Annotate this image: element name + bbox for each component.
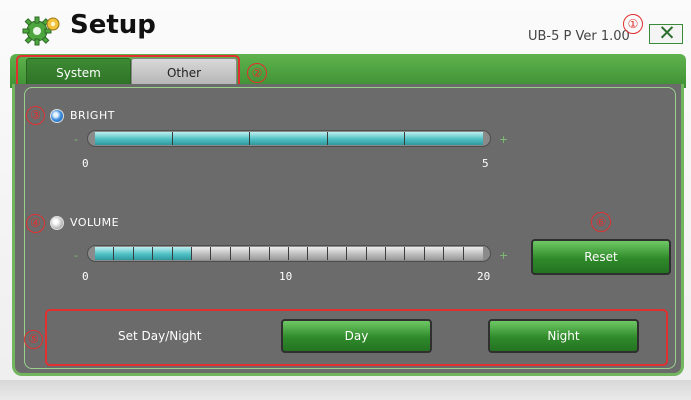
bright-segment bbox=[172, 132, 251, 145]
version-label: UB-5 P Ver 1.00 bbox=[528, 29, 630, 44]
close-button[interactable]: ✕ bbox=[649, 21, 683, 45]
volume-segment bbox=[386, 247, 406, 260]
volume-increase[interactable]: + bbox=[499, 249, 508, 262]
bright-slider[interactable] bbox=[87, 130, 491, 147]
volume-segment bbox=[114, 247, 134, 260]
callout-4: ④ bbox=[26, 214, 45, 233]
volume-segment bbox=[192, 247, 212, 260]
callout-3: ③ bbox=[26, 106, 45, 125]
volume-segment bbox=[250, 247, 270, 260]
title-bar: Setup UB-5 P Ver 1.00 ✕ ① bbox=[0, 0, 691, 50]
volume-segment bbox=[308, 247, 328, 260]
volume-segment bbox=[211, 247, 231, 260]
volume-segment bbox=[366, 247, 386, 260]
bright-segment bbox=[327, 132, 406, 145]
volume-segment bbox=[444, 247, 464, 260]
volume-segment bbox=[405, 247, 425, 260]
volume-max-label: 20 bbox=[477, 270, 491, 283]
bright-segment bbox=[250, 132, 328, 145]
night-button[interactable]: Night bbox=[488, 319, 639, 353]
volume-label: VOLUME bbox=[70, 216, 120, 229]
callout-6: ⑥ bbox=[591, 212, 611, 232]
bright-decrease[interactable]: - bbox=[74, 133, 78, 146]
reset-button[interactable]: Reset bbox=[531, 239, 671, 275]
gear-icon bbox=[22, 16, 60, 46]
volume-segment bbox=[133, 247, 154, 260]
bright-label: BRIGHT bbox=[70, 109, 115, 122]
callout-5: ⑤ bbox=[24, 330, 43, 349]
volume-segment bbox=[172, 247, 192, 260]
bright-segment bbox=[405, 132, 483, 145]
bright-segment bbox=[95, 132, 173, 145]
volume-segment bbox=[230, 247, 251, 260]
day-night-label: Set Day/Night bbox=[118, 329, 202, 343]
volume-segment bbox=[95, 247, 115, 260]
volume-min-label: 0 bbox=[82, 270, 89, 283]
volume-segment bbox=[347, 247, 367, 260]
volume-slider[interactable] bbox=[87, 245, 491, 262]
day-button[interactable]: Day bbox=[281, 319, 432, 353]
volume-mid-label: 10 bbox=[279, 270, 293, 283]
volume-segment bbox=[269, 247, 289, 260]
bottom-strip bbox=[0, 380, 691, 400]
window-title: Setup bbox=[70, 10, 156, 40]
volume-segment bbox=[463, 247, 483, 260]
setup-window: Setup UB-5 P Ver 1.00 ✕ ① System Other ②… bbox=[0, 0, 691, 400]
volume-segment bbox=[289, 247, 309, 260]
callout-1: ① bbox=[623, 14, 643, 34]
bright-min-label: 0 bbox=[82, 157, 89, 170]
volume-segment bbox=[327, 247, 348, 260]
bright-max-label: 5 bbox=[482, 157, 489, 170]
volume-segment bbox=[424, 247, 445, 260]
close-icon: ✕ bbox=[658, 21, 676, 45]
volume-segment bbox=[153, 247, 173, 260]
bright-radio[interactable] bbox=[50, 109, 64, 123]
callout-2: ② bbox=[247, 63, 267, 83]
bright-increase[interactable]: + bbox=[499, 133, 508, 146]
volume-decrease[interactable]: - bbox=[74, 249, 78, 262]
volume-radio[interactable] bbox=[50, 216, 64, 230]
